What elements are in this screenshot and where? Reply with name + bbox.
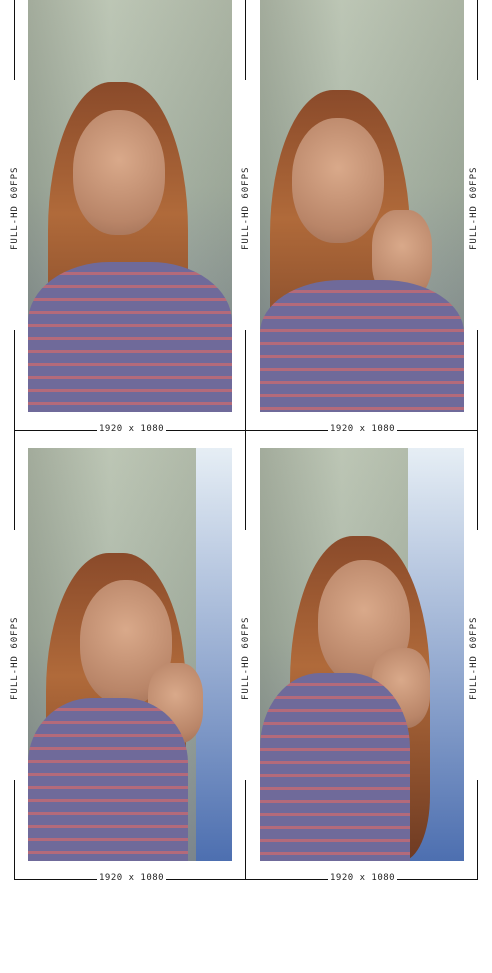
striped-shirt xyxy=(28,262,232,412)
frame-line-center-bottom xyxy=(245,780,246,880)
side-label-photo-3-left: FULL-HD 60FPS xyxy=(10,616,20,700)
side-label-photo-1-left: FULL-HD 60FPS xyxy=(10,166,20,250)
striped-shirt xyxy=(260,673,410,861)
side-label-photo-4-right: FULL-HD 60FPS xyxy=(469,616,479,700)
face xyxy=(73,110,165,235)
frame-line-left-top xyxy=(14,0,15,80)
resolution-label-photo-2: 1920 x 1080 xyxy=(328,424,398,434)
frame-line-right-top xyxy=(477,0,478,80)
selfie-photo-4 xyxy=(260,448,464,861)
resolution-label-photo-4: 1920 x 1080 xyxy=(328,873,398,883)
resolution-label-photo-1: 1920 x 1080 xyxy=(97,424,167,434)
frame-line-horizontal-bottom xyxy=(14,879,478,880)
frame-line-center-top xyxy=(245,0,246,80)
selfie-photo-1 xyxy=(28,0,232,412)
selfie-photo-2 xyxy=(260,0,464,412)
side-label-photo-4-left: FULL-HD 60FPS xyxy=(241,616,251,700)
side-label-photo-2-right: FULL-HD 60FPS xyxy=(469,166,479,250)
frame-line-right-bottom xyxy=(477,780,478,880)
window-background xyxy=(196,448,232,861)
frame-line-horizontal-mid xyxy=(14,430,478,431)
frame-line-left-bottom xyxy=(14,780,15,880)
striped-shirt xyxy=(28,698,188,861)
side-label-photo-2-left: FULL-HD 60FPS xyxy=(241,166,251,250)
selfie-photo-3 xyxy=(28,448,232,861)
resolution-label-photo-3: 1920 x 1080 xyxy=(97,873,167,883)
face xyxy=(292,118,384,243)
striped-shirt xyxy=(260,280,464,412)
